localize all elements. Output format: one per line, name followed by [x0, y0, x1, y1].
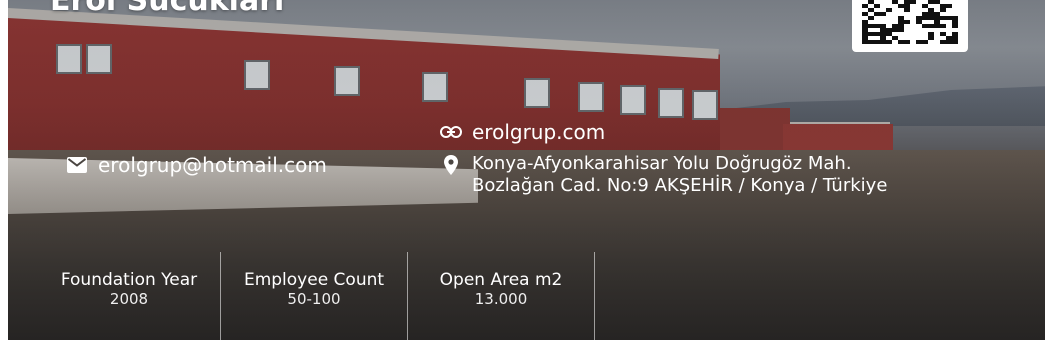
stat-label: Employee Count	[243, 270, 385, 290]
stat-label: Open Area m2	[439, 270, 563, 290]
stat-value: 50-100	[287, 290, 341, 308]
qr-module	[952, 40, 958, 44]
email-link[interactable]: erolgrup@hotmail.com	[64, 153, 327, 177]
stat-value: 2008	[109, 290, 149, 308]
address-block: Konya-Afyonkarahisar Yolu Doğrugöz Mah. …	[438, 153, 887, 197]
stat-employee-count: Employee Count 50-100	[221, 252, 408, 342]
stat-open-area: Open Area m2 13.000	[408, 252, 595, 342]
website-text: erolgrup.com	[472, 120, 606, 144]
address-lines: Konya-Afyonkarahisar Yolu Doğrugöz Mah. …	[472, 153, 887, 197]
company-name: Erol Sucukları	[50, 0, 285, 18]
map-pin-icon	[438, 155, 464, 175]
address-line-2: Bozlağan Cad. No:9 AKŞEHİR / Konya / Tür…	[472, 175, 888, 196]
address-line-1: Konya-Afyonkarahisar Yolu Doğrugöz Mah.	[472, 153, 852, 174]
stat-value: 13.000	[474, 290, 528, 308]
company-stats: Foundation Year 2008 Employee Count 50-1…	[38, 252, 595, 362]
envelope-icon	[64, 157, 90, 173]
stat-label: Foundation Year	[60, 270, 198, 290]
email-text: erolgrup@hotmail.com	[98, 153, 327, 177]
website-link[interactable]: erolgrup.com	[438, 120, 605, 144]
link-icon	[438, 126, 464, 138]
qr-code-pattern	[862, 0, 958, 44]
qr-code-icon[interactable]	[852, 0, 968, 52]
stat-foundation-year: Foundation Year 2008	[38, 252, 221, 342]
